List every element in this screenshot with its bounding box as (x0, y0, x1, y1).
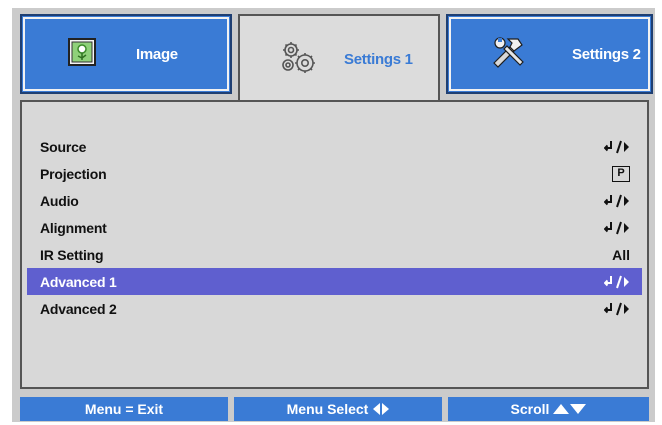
menu-select-label: Menu Select (286, 401, 369, 417)
up-arrow-icon (553, 404, 570, 414)
tab-settings-2[interactable]: Settings 2 (446, 14, 653, 94)
menu-item-label: Audio (40, 192, 79, 209)
tools-icon (490, 35, 526, 74)
enter-icon (604, 221, 630, 235)
menu-exit-hint: Menu = Exit (20, 397, 228, 421)
menu-item-value: All (612, 246, 630, 263)
menu-item-alignment[interactable]: Alignment (27, 214, 642, 241)
menu-item-projection[interactable]: Projection P (27, 160, 642, 187)
menu-item-label: Alignment (40, 219, 107, 236)
gears-icon (278, 39, 318, 80)
image-icon (68, 37, 96, 71)
menu-item-label: Source (40, 138, 87, 155)
enter-icon (604, 302, 630, 316)
scroll-hint: Scroll (448, 397, 649, 421)
menu-item-label: IR Setting (40, 246, 104, 263)
menu-item-label: Advanced 2 (40, 300, 117, 317)
scroll-label: Scroll (510, 401, 550, 417)
menu-item-label: Projection (40, 165, 107, 182)
right-arrow-icon (382, 403, 390, 415)
tab-settings-2-label: Settings 2 (572, 45, 641, 63)
menu-item-source[interactable]: Source (27, 133, 642, 160)
menu-item-ir-setting[interactable]: IR Setting All (27, 241, 642, 268)
menu-item-label: Advanced 1 (40, 273, 117, 290)
enter-icon (604, 194, 630, 208)
menu-item-advanced-1[interactable]: Advanced 1 (27, 268, 642, 295)
left-arrow-icon (373, 403, 381, 415)
menu-exit-label: Menu = Exit (84, 401, 164, 417)
menu-panel: Source Projection P Audio Alignment IR S… (20, 100, 649, 389)
menu-item-advanced-2[interactable]: Advanced 2 (27, 295, 642, 322)
osd-menu: Image Settings 1 Settings 2 Source Proje… (12, 8, 655, 422)
tab-settings-1-label: Settings 1 (344, 50, 413, 68)
tab-image[interactable]: Image (20, 14, 232, 94)
projection-icon: P (612, 165, 630, 182)
tab-settings-1[interactable]: Settings 1 (238, 14, 440, 102)
enter-icon (604, 275, 630, 289)
menu-item-audio[interactable]: Audio (27, 187, 642, 214)
down-arrow-icon (570, 404, 587, 414)
menu-select-hint: Menu Select (234, 397, 442, 421)
enter-icon (604, 140, 630, 154)
tab-image-label: Image (136, 45, 178, 63)
